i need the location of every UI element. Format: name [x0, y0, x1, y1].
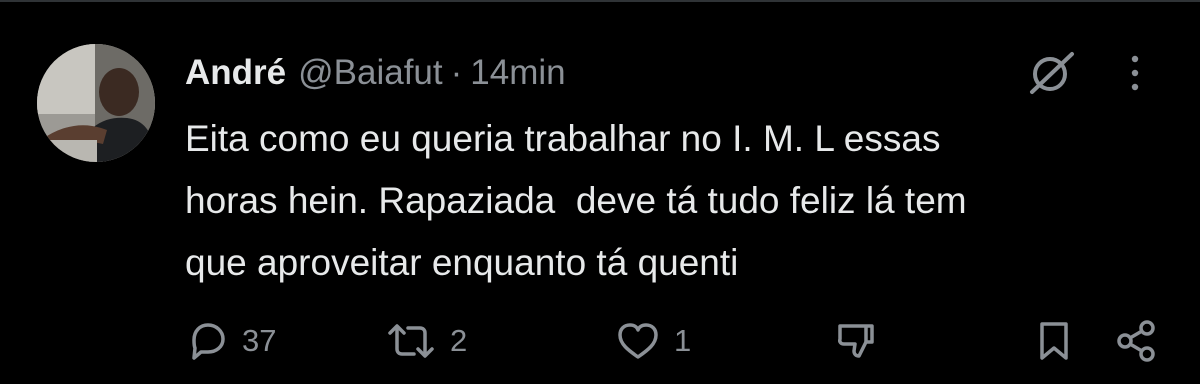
like-count: 1	[674, 323, 692, 358]
more-icon	[1131, 55, 1139, 91]
reply-count: 37	[242, 323, 277, 358]
reply-button[interactable]: 37	[186, 316, 276, 366]
dislike-button[interactable]	[834, 316, 880, 366]
action-bar: 37 2 1	[0, 316, 1200, 366]
share-icon	[1117, 320, 1155, 362]
separator-dot: ·	[450, 53, 463, 92]
top-divider	[0, 0, 1200, 2]
tweet-header: André @Baiafut · 14min	[185, 46, 566, 100]
retweet-icon	[388, 324, 434, 358]
retweet-button[interactable]: 2	[384, 316, 467, 366]
bookmark-icon	[1040, 322, 1068, 360]
like-icon	[618, 323, 658, 359]
bookmark-button[interactable]	[1034, 316, 1074, 366]
author-handle[interactable]: @Baiafut	[298, 53, 443, 93]
reply-icon	[192, 323, 225, 360]
tweet-text-line: que aproveitar enquanto tá quenti	[185, 242, 739, 283]
timestamp[interactable]: 14min	[470, 53, 565, 93]
tweet-text: Eita como eu queria trabalhar no I. M. L…	[185, 108, 1175, 294]
tweet-text-line: horas hein. Rapaziada deve tá tudo feliz…	[185, 180, 967, 221]
dislike-icon	[838, 324, 874, 358]
retweet-count: 2	[450, 323, 468, 358]
grok-icon	[1030, 52, 1074, 94]
grok-button[interactable]	[1024, 46, 1078, 100]
author-name[interactable]: André	[185, 53, 286, 93]
avatar[interactable]	[37, 44, 155, 162]
like-button[interactable]: 1	[614, 316, 691, 366]
avatar-photo	[37, 44, 155, 162]
tweet-text-line: Eita como eu queria trabalhar no I. M. L…	[185, 118, 941, 159]
share-button[interactable]	[1114, 316, 1160, 366]
more-options-button[interactable]	[1120, 52, 1150, 94]
